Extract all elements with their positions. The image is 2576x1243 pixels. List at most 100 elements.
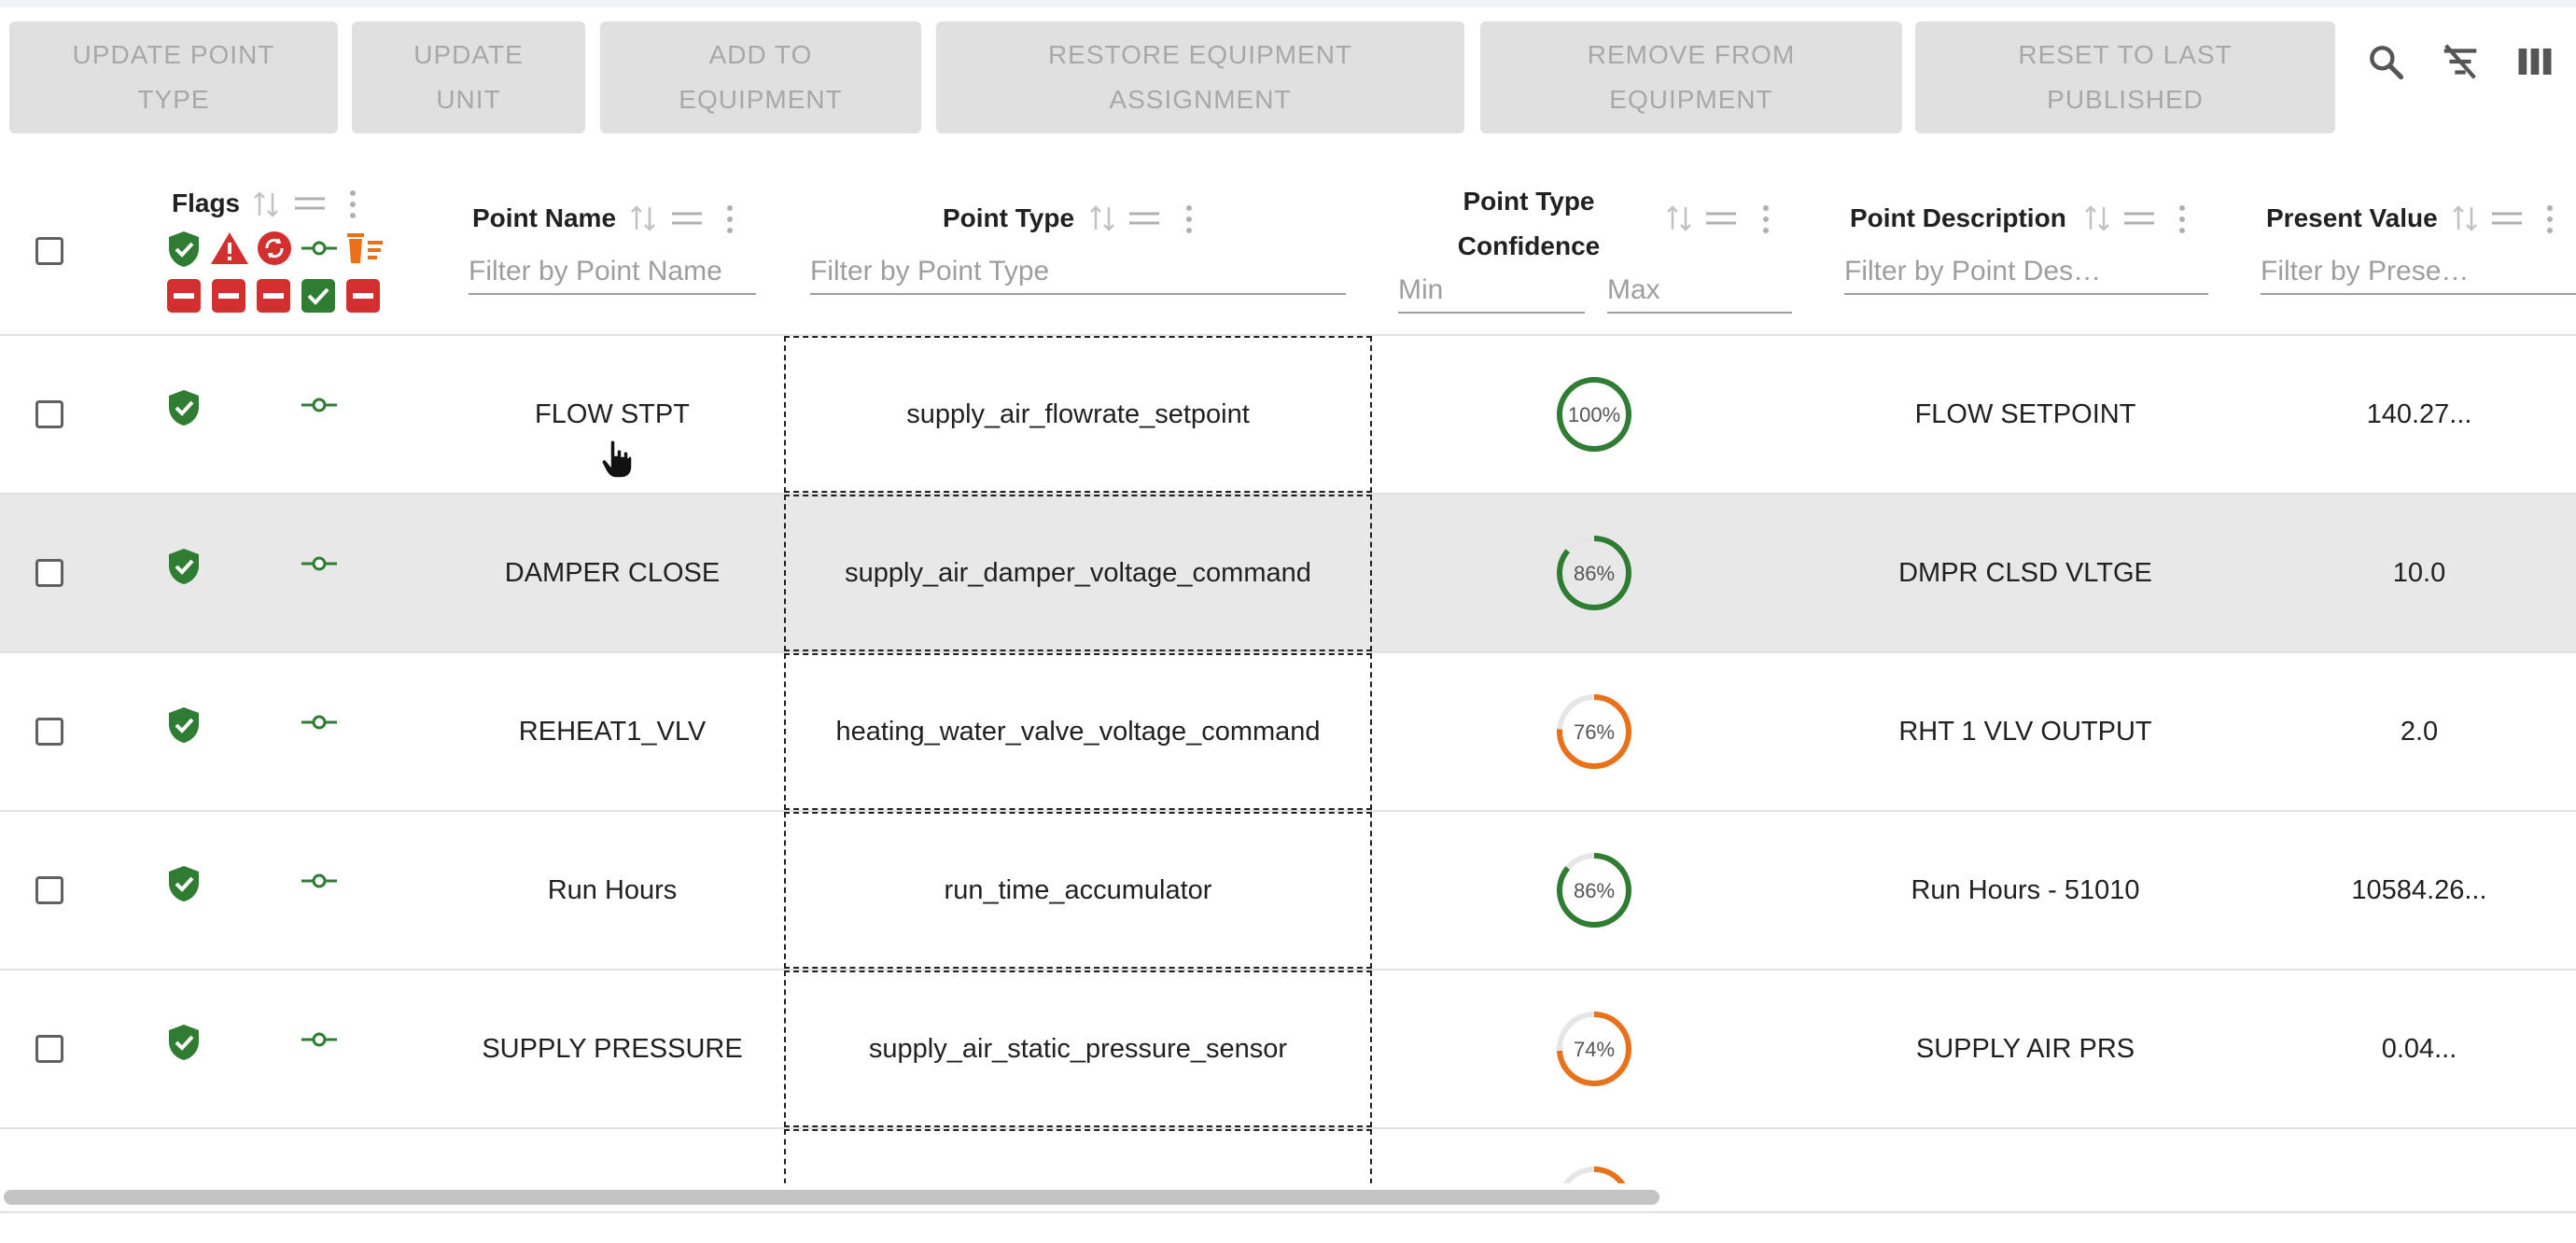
present-value-filter-input[interactable]: Filter by Prese… bbox=[2261, 250, 2576, 295]
flags-column-title: Flags bbox=[172, 189, 241, 217]
restore-equipment-assignment-button[interactable]: RESTORE EQUIPMENT ASSIGNMENT bbox=[936, 21, 1464, 133]
column-menu-icon[interactable] bbox=[2544, 203, 2555, 235]
verified-shield-icon bbox=[169, 390, 199, 426]
row-checkbox[interactable] bbox=[35, 1035, 63, 1063]
button-label: UPDATE bbox=[413, 40, 524, 69]
row-checkbox[interactable] bbox=[35, 718, 63, 746]
horizontal-scrollbar-thumb[interactable] bbox=[4, 1190, 1659, 1205]
exclude-toggle-icon[interactable] bbox=[256, 278, 291, 314]
select-all-checkbox[interactable] bbox=[35, 237, 63, 265]
point-type-cell[interactable] bbox=[784, 1129, 1372, 1183]
columns-icon[interactable] bbox=[2509, 35, 2561, 88]
column-menu-icon[interactable] bbox=[1183, 203, 1195, 235]
confidence-min-input[interactable]: Min bbox=[1398, 269, 1585, 314]
button-label: RESTORE EQUIPMENT bbox=[1047, 40, 1353, 69]
point-name-cell: SUPPLY PRESSURE bbox=[482, 1033, 743, 1064]
drag-handle-icon[interactable] bbox=[2490, 209, 2524, 228]
drag-handle-icon[interactable] bbox=[1127, 209, 1161, 228]
point-type-cell[interactable]: heating_water_valve_voltage_command bbox=[784, 653, 1372, 810]
commit-icon bbox=[301, 556, 337, 571]
table-row-partial[interactable] bbox=[0, 1129, 2576, 1183]
sort-icon[interactable] bbox=[1088, 203, 1116, 233]
exclude-toggle-icon[interactable] bbox=[166, 278, 202, 314]
sort-icon[interactable] bbox=[1665, 203, 1693, 233]
confidence-ring: 86% bbox=[1557, 536, 1631, 610]
point-type-filter-input[interactable]: Filter by Point Type bbox=[810, 250, 1346, 295]
search-icon[interactable] bbox=[2359, 35, 2412, 88]
sort-icon[interactable] bbox=[2083, 203, 2111, 233]
confidence-ring: 76% bbox=[1557, 694, 1631, 769]
hand-cursor-icon bbox=[601, 440, 633, 479]
point-type-cell[interactable]: run_time_accumulator bbox=[784, 812, 1372, 969]
drag-handle-icon[interactable] bbox=[2122, 209, 2156, 228]
point-type-text: heating_water_valve_voltage_command bbox=[835, 716, 1321, 747]
confidence-max-input[interactable]: Max bbox=[1607, 269, 1792, 314]
sort-icon[interactable] bbox=[2451, 203, 2479, 233]
commit-icon bbox=[301, 1032, 337, 1047]
confidence-ring: 74% bbox=[1557, 1012, 1631, 1086]
sort-icon[interactable] bbox=[629, 203, 657, 233]
table-row[interactable]: REHEAT1_VLV heating_water_valve_voltage_c… bbox=[0, 653, 2576, 812]
button-label: EQUIPMENT bbox=[1609, 85, 1773, 114]
drag-handle-icon[interactable] bbox=[670, 209, 704, 228]
confidence-ring-label: 86% bbox=[1574, 562, 1615, 585]
exclude-toggle-icon[interactable] bbox=[211, 278, 246, 314]
point-type-cell[interactable]: supply_air_flowrate_setpoint bbox=[784, 336, 1372, 493]
present-value-cell: 10584.26... bbox=[2351, 874, 2487, 905]
exclude-toggle-icon[interactable] bbox=[345, 278, 381, 314]
confidence-ring-label: 76% bbox=[1574, 720, 1615, 744]
warning-icon[interactable] bbox=[209, 230, 250, 267]
sort-icon[interactable] bbox=[252, 189, 280, 219]
verified-shield-icon bbox=[169, 1025, 199, 1060]
confidence-ring-label: 74% bbox=[1574, 1038, 1615, 1061]
delete-list-icon[interactable] bbox=[345, 230, 385, 267]
point-name-cell: DAMPER CLOSE bbox=[504, 557, 721, 588]
point-description-cell: FLOW SETPOINT bbox=[1914, 398, 2136, 429]
table-row[interactable]: Run Hours run_time_accumulator 86% Run Hour… bbox=[0, 812, 2576, 971]
confidence-title-line: Point Type bbox=[1463, 187, 1595, 216]
point-type-text: supply_air_flowrate_setpoint bbox=[906, 398, 1250, 429]
button-label: ASSIGNMENT bbox=[1109, 85, 1292, 114]
commit-icon bbox=[301, 873, 337, 888]
row-checkbox[interactable] bbox=[35, 400, 63, 428]
table-row[interactable]: SUPPLY PRESSURE supply_air_static_pressur… bbox=[0, 971, 2576, 1129]
button-label: UPDATE POINT bbox=[72, 40, 275, 69]
commit-icon[interactable] bbox=[301, 239, 338, 258]
sync-error-icon[interactable] bbox=[256, 230, 293, 267]
include-toggle-icon[interactable] bbox=[301, 278, 336, 314]
verified-shield-icon[interactable] bbox=[166, 230, 202, 269]
row-checkbox[interactable] bbox=[35, 559, 63, 587]
remove-from-equipment-button[interactable]: REMOVE FROM EQUIPMENT bbox=[1480, 21, 1902, 133]
point-type-text: supply_air_static_pressure_sensor bbox=[868, 1033, 1288, 1064]
table-row[interactable]: DAMPER CLOSE supply_air_damper_voltage_co… bbox=[0, 495, 2576, 653]
point-description-filter-input[interactable]: Filter by Point Des… bbox=[1844, 250, 2208, 295]
button-label: PUBLISHED bbox=[2047, 85, 2204, 114]
confidence-title-line: Confidence bbox=[1457, 231, 1601, 260]
filter-off-icon[interactable] bbox=[2434, 35, 2486, 88]
confidence-ring: 100% bbox=[1557, 377, 1631, 452]
present-value-column-title: Present Value bbox=[2266, 203, 2438, 232]
column-menu-icon[interactable] bbox=[347, 189, 358, 220]
add-to-equipment-button[interactable]: ADD TO EQUIPMENT bbox=[600, 21, 921, 133]
update-unit-button[interactable]: UPDATE UNIT bbox=[352, 21, 585, 133]
confidence-ring: 86% bbox=[1557, 853, 1631, 928]
point-type-cell[interactable]: supply_air_static_pressure_sensor bbox=[784, 971, 1372, 1127]
drag-handle-icon[interactable] bbox=[293, 194, 327, 213]
reset-to-last-published-button[interactable]: RESET TO LAST PUBLISHED bbox=[1915, 21, 2335, 133]
column-menu-icon[interactable] bbox=[2177, 203, 2188, 235]
point-type-cell[interactable]: supply_air_damper_voltage_command bbox=[784, 495, 1372, 651]
point-description-cell: DMPR CLSD VLTGE bbox=[1898, 557, 2152, 588]
table-row[interactable]: FLOW STPT supply_air_flowrate_setpoint 100… bbox=[0, 336, 2576, 495]
top-strip bbox=[0, 0, 2576, 7]
point-type-text: run_time_accumulator bbox=[944, 874, 1212, 905]
point-name-filter-input[interactable]: Filter by Point Name bbox=[469, 250, 756, 295]
verified-shield-icon bbox=[169, 549, 199, 584]
row-checkbox[interactable] bbox=[35, 876, 63, 904]
confidence-ring-label: 86% bbox=[1574, 879, 1615, 902]
confidence-column-title: Point Type Confidence bbox=[1447, 179, 1611, 269]
update-point-type-button[interactable]: UPDATE POINT TYPE bbox=[9, 21, 338, 133]
drag-handle-icon[interactable] bbox=[1704, 209, 1738, 228]
column-menu-icon[interactable] bbox=[724, 203, 735, 235]
button-label: UNIT bbox=[436, 85, 501, 114]
column-menu-icon[interactable] bbox=[1760, 203, 1771, 235]
